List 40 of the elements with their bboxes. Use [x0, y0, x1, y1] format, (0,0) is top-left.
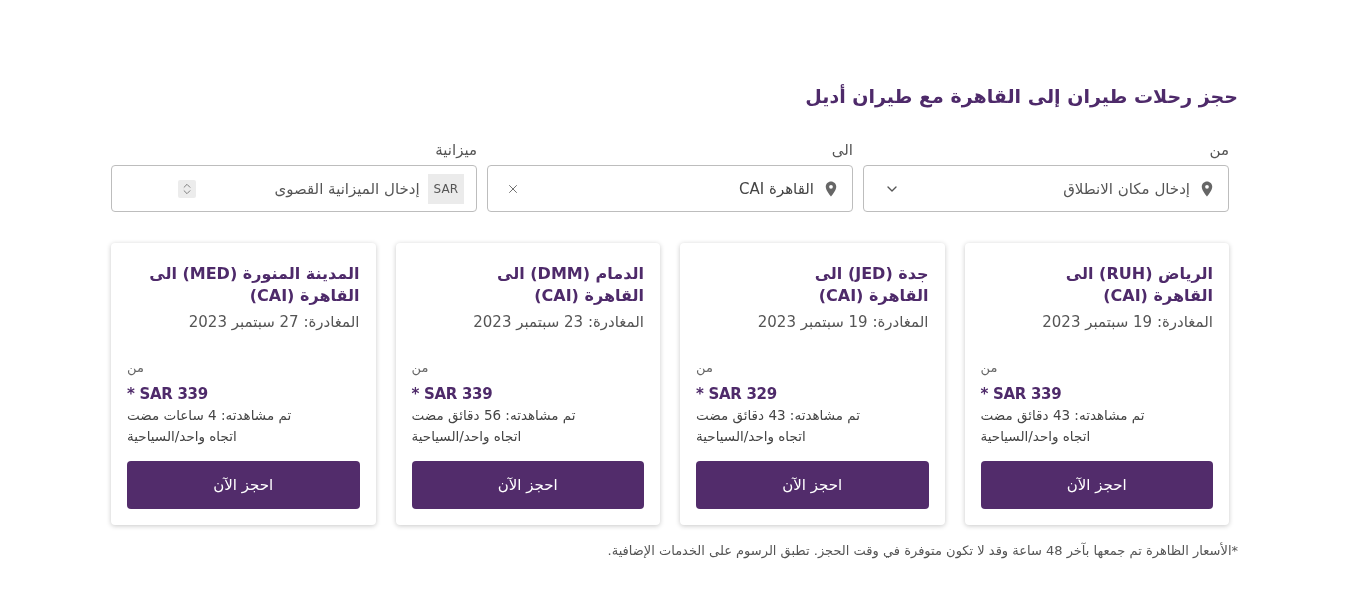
- viewed-time: تم مشاهدته: 56 دقائق مضت: [411, 406, 576, 426]
- book-now-button[interactable]: احجز الآن: [411, 461, 644, 509]
- departure-date: المغادرة: 23 سبتمبر 2023: [473, 312, 644, 333]
- from-label: من: [127, 359, 144, 377]
- fare-type: اتجاه واحد/السياحية: [127, 427, 237, 447]
- budget-input[interactable]: إدخال الميزانية القصوى: [204, 179, 420, 198]
- up-down-arrows-icon[interactable]: [178, 179, 196, 198]
- viewed-time: تم مشاهدته: 43 دقائق مضت: [980, 406, 1145, 426]
- viewed-time: تم مشاهدته: 43 دقائق مضت: [696, 406, 861, 426]
- viewed-time: تم مشاهدته: 4 ساعات مضت: [127, 406, 292, 426]
- from-label: من: [411, 359, 429, 377]
- book-now-button[interactable]: احجز الآن: [127, 461, 360, 509]
- origin-input[interactable]: إدخال مكان الانطلاق: [908, 179, 1190, 198]
- fare-type: اتجاه واحد/السياحية: [411, 427, 522, 447]
- from-label: من: [696, 359, 713, 377]
- departure-date: المغادرة: 27 سبتمبر 2023: [188, 312, 360, 333]
- field-label: ميزانية: [435, 140, 477, 160]
- departure-date: المغادرة: 19 سبتمبر 2023: [757, 312, 929, 333]
- route-title: المدينة المنورة (MED) الى القاهرة (CAI): [148, 263, 360, 307]
- book-now-button[interactable]: احجز الآن: [696, 461, 929, 509]
- destination-input[interactable]: القاهرة CAI: [528, 179, 814, 198]
- price: SAR 339 *: [980, 384, 1062, 405]
- fare-type: اتجاه واحد/السياحية: [980, 427, 1091, 447]
- currency-label: SAR: [427, 173, 464, 204]
- fare-type: اتجاه واحد/السياحية: [696, 427, 806, 447]
- price-disclaimer: *الأسعار الظاهرة تم جمعها بآخر 48 ساعة وقد لا تكون متوفرة في وقت الحجز. تطبق الرسوم على الخدمات الإضافية.: [606, 542, 1238, 560]
- route-title: الدمام (DMM) الى القاهرة (CAI): [496, 263, 644, 307]
- field-label: الى: [831, 140, 853, 160]
- route-title: جدة (JED) الى القاهرة (CAI): [813, 263, 929, 307]
- book-now-button[interactable]: احجز الآن: [980, 461, 1213, 509]
- route-title: الرياض (RUH) الى القاهرة (CAI): [1064, 263, 1213, 307]
- origin-select[interactable]: إدخال مكان الانطلاق: [863, 165, 1229, 212]
- from-label: من: [980, 359, 998, 377]
- page-heading: حجز رحلات طيران إلى القاهرة مع طيران أديل: [804, 83, 1238, 110]
- price: SAR 339 *: [127, 384, 208, 405]
- destination-field[interactable]: القاهرة CAI: [487, 165, 853, 212]
- field-label: من: [1209, 140, 1229, 160]
- price: SAR 329 *: [696, 384, 777, 405]
- departure-date: المغادرة: 19 سبتمبر 2023: [1042, 312, 1213, 333]
- price: SAR 339 *: [411, 384, 493, 405]
